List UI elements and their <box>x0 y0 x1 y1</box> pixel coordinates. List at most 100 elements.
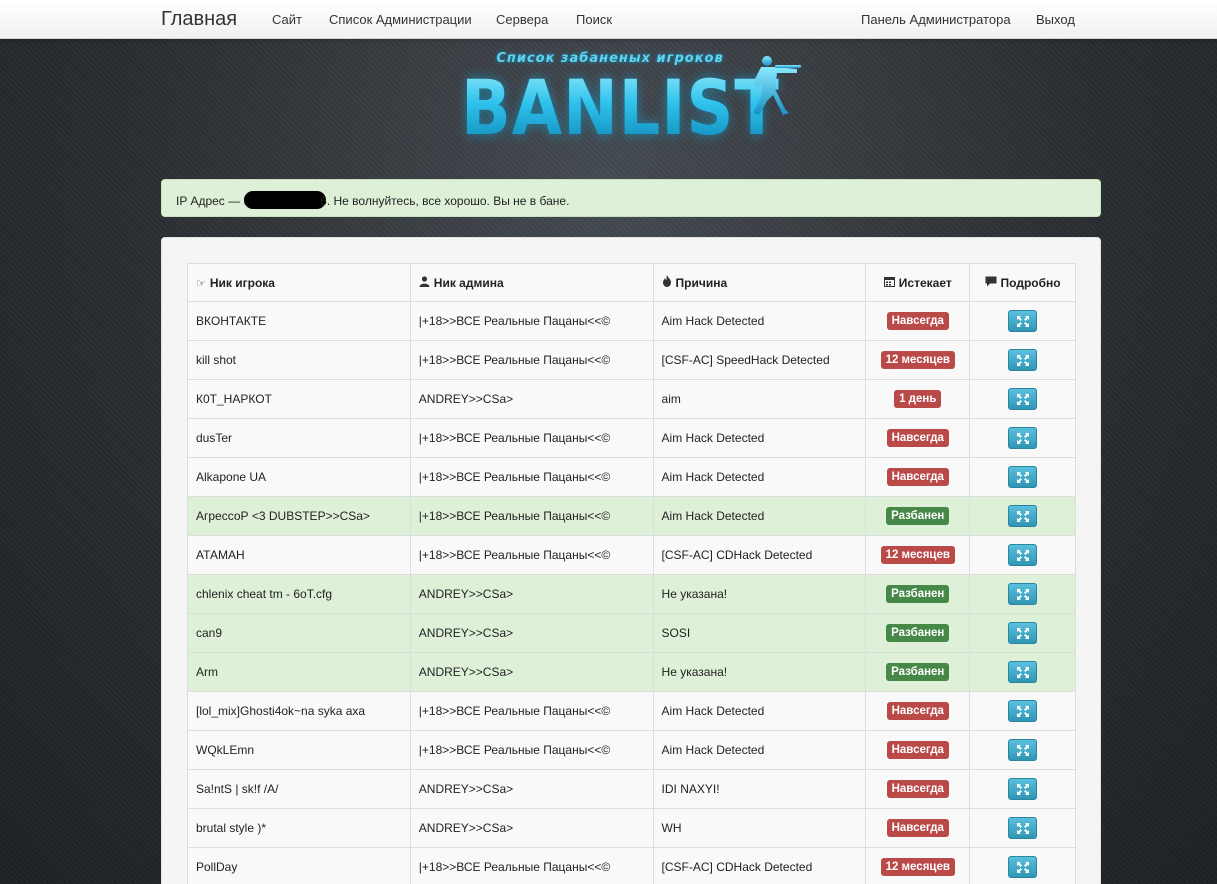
expires-badge: Навсегда <box>886 468 949 486</box>
cell-player: К0Т_НАРКОТ <box>187 379 411 419</box>
header-expires: Истекает <box>865 263 971 302</box>
cell-reason: aim <box>652 379 867 419</box>
navbar: Главная Сайт Список Администрации Сервер… <box>0 0 1217 39</box>
details-button[interactable] <box>1008 739 1038 761</box>
cell-details <box>969 340 1076 380</box>
table-row: Sa!ntS | sk!f /A/ANDREY>>CSa> IDI NAXYI! Н… <box>187 769 1076 809</box>
expires-badge: Навсегда <box>886 741 949 759</box>
cell-player: brutal style )* <box>187 808 411 848</box>
nav-brand-home[interactable]: Главная <box>161 8 237 31</box>
ip-status-alert: IP Адрес — 9 6. Не волнуйтесь, все хорошо… <box>161 179 1101 217</box>
details-button[interactable] <box>1008 622 1038 644</box>
table-row: can9 ANDREY>>CSa> SOSI Разбанен <box>187 613 1076 653</box>
cell-player: ВКОНТАКТЕ <box>187 301 411 341</box>
table-row: dusTer |+18>>ВСЕ Реальные Пацаны<<© Aim Ha… <box>187 418 1076 458</box>
cell-reason: [CSF-AC] CDHack Detected <box>652 847 867 884</box>
cell-expires: Навсегда <box>865 808 971 848</box>
details-button[interactable] <box>1008 349 1038 371</box>
cell-player: dusTer <box>187 418 411 458</box>
table-row: К0Т_НАРКОТ ANDREY>>CSa> aim 1 день <box>187 379 1076 419</box>
cell-admin: ANDREY>>CSa> <box>409 769 654 809</box>
nav-item-search[interactable]: Поиск <box>576 12 612 27</box>
cell-admin: |+18>>ВСЕ Реальные Пацаны<<© <box>409 535 654 575</box>
cell-reason: [CSF-AC] SpeedHack Detected <box>652 340 867 380</box>
cell-reason: Aim Hack Detected <box>652 691 867 731</box>
header-details: Подробно <box>969 263 1076 302</box>
banlist-table: ☞ Ник игрока Ник админа Причина Истекает … <box>187 263 1076 884</box>
redacted-ip <box>244 191 327 209</box>
table-row: Arm ANDREY>>CSa> Не указана! Разбанен <box>187 652 1076 692</box>
cell-player: Arm <box>187 652 411 692</box>
table-row: ВКОНТАКТЕ |+18>>ВСЕ Реальные Пацаны<<© Aim… <box>187 301 1076 341</box>
cell-admin: |+18>>ВСЕ Реальные Пацаны<<© <box>409 691 654 731</box>
nav-item-admin-list[interactable]: Список Администрации <box>329 12 472 27</box>
cell-details <box>969 808 1076 848</box>
fire-icon <box>662 275 671 287</box>
expires-badge: Навсегда <box>886 312 949 330</box>
cell-expires: 1 день <box>865 379 971 419</box>
nav-item-admin-panel[interactable]: Панель Администратора <box>861 12 1011 27</box>
details-button[interactable] <box>1008 778 1038 800</box>
cell-reason: Aim Hack Detected <box>652 418 867 458</box>
expires-badge: 12 месяцев <box>880 351 955 369</box>
cell-details <box>969 730 1076 770</box>
cell-details <box>969 418 1076 458</box>
cell-expires: Разбанен <box>865 574 971 614</box>
hand-pointing-icon: ☞ <box>196 277 206 290</box>
nav-item-site[interactable]: Сайт <box>272 12 302 27</box>
cell-player: chlenix cheat tm - 6oT.cfg <box>187 574 411 614</box>
cell-admin: ANDREY>>CSa> <box>409 574 654 614</box>
details-button[interactable] <box>1008 817 1038 839</box>
cell-expires: Навсегда <box>865 301 971 341</box>
cell-admin: ANDREY>>CSa> <box>409 613 654 653</box>
cell-reason: Aim Hack Detected <box>652 730 867 770</box>
nav-item-logout[interactable]: Выход <box>1036 12 1075 27</box>
cell-player: Sa!ntS | sk!f /A/ <box>187 769 411 809</box>
cell-expires: Навсегда <box>865 730 971 770</box>
table-row: [lol_mix]Ghosti4ok~na syka axa |+18>>ВСЕ … <box>187 691 1076 731</box>
table-row: АгрессоР <3 DUBSTEP>>CSa> |+18>>ВСЕ Реаль… <box>187 496 1076 536</box>
details-button[interactable] <box>1008 427 1038 449</box>
cell-player: can9 <box>187 613 411 653</box>
details-button[interactable] <box>1008 583 1038 605</box>
expires-badge: Навсегда <box>886 819 949 837</box>
cell-player: WQkLEmn <box>187 730 411 770</box>
comment-icon <box>985 276 997 286</box>
header-player-label: Ник игрока <box>209 275 275 290</box>
cell-expires: Разбанен <box>865 496 971 536</box>
cell-reason: Aim Hack Detected <box>652 457 867 497</box>
cell-reason: SOSI <box>652 613 867 653</box>
cell-details <box>969 457 1076 497</box>
details-button[interactable] <box>1008 505 1038 527</box>
expires-badge: Разбанен <box>886 663 950 681</box>
table-row: PollDay |+18>>ВСЕ Реальные Пацаны<<© [CSF-… <box>187 847 1076 884</box>
details-button[interactable] <box>1008 310 1038 332</box>
details-button[interactable] <box>1008 700 1038 722</box>
cell-admin: |+18>>ВСЕ Реальные Пацаны<<© <box>409 496 654 536</box>
table-row: kill shot |+18>>ВСЕ Реальные Пацаны<<© [CS… <box>187 340 1076 380</box>
cell-expires: Навсегда <box>865 457 971 497</box>
header-reason-label: Причина <box>675 276 728 290</box>
details-button[interactable] <box>1008 466 1038 488</box>
cell-details <box>969 574 1076 614</box>
cell-admin: |+18>>ВСЕ Реальные Пацаны<<© <box>409 418 654 458</box>
details-button[interactable] <box>1008 661 1038 683</box>
details-button[interactable] <box>1008 856 1038 878</box>
cell-expires: Разбанен <box>865 613 971 653</box>
expires-badge: 12 месяцев <box>880 546 955 564</box>
expires-badge: Навсегда <box>886 702 949 720</box>
cell-reason: WH <box>652 808 867 848</box>
cell-reason: Aim Hack Detected <box>652 496 867 536</box>
cell-expires: 12 месяцев <box>865 847 971 884</box>
cell-reason: Aim Hack Detected <box>652 301 867 341</box>
cell-details <box>969 535 1076 575</box>
cell-player: АгрессоР <3 DUBSTEP>>CSa> <box>187 496 411 536</box>
nav-item-servers[interactable]: Сервера <box>496 12 548 27</box>
cell-admin: |+18>>ВСЕ Реальные Пацаны<<© <box>409 301 654 341</box>
header-player: ☞ Ник игрока <box>187 263 411 302</box>
expires-badge: Разбанен <box>886 624 950 642</box>
header-expires-label: Истекает <box>898 275 952 290</box>
details-button[interactable] <box>1008 388 1038 410</box>
details-button[interactable] <box>1008 544 1038 566</box>
expires-badge: Навсегда <box>886 780 949 798</box>
